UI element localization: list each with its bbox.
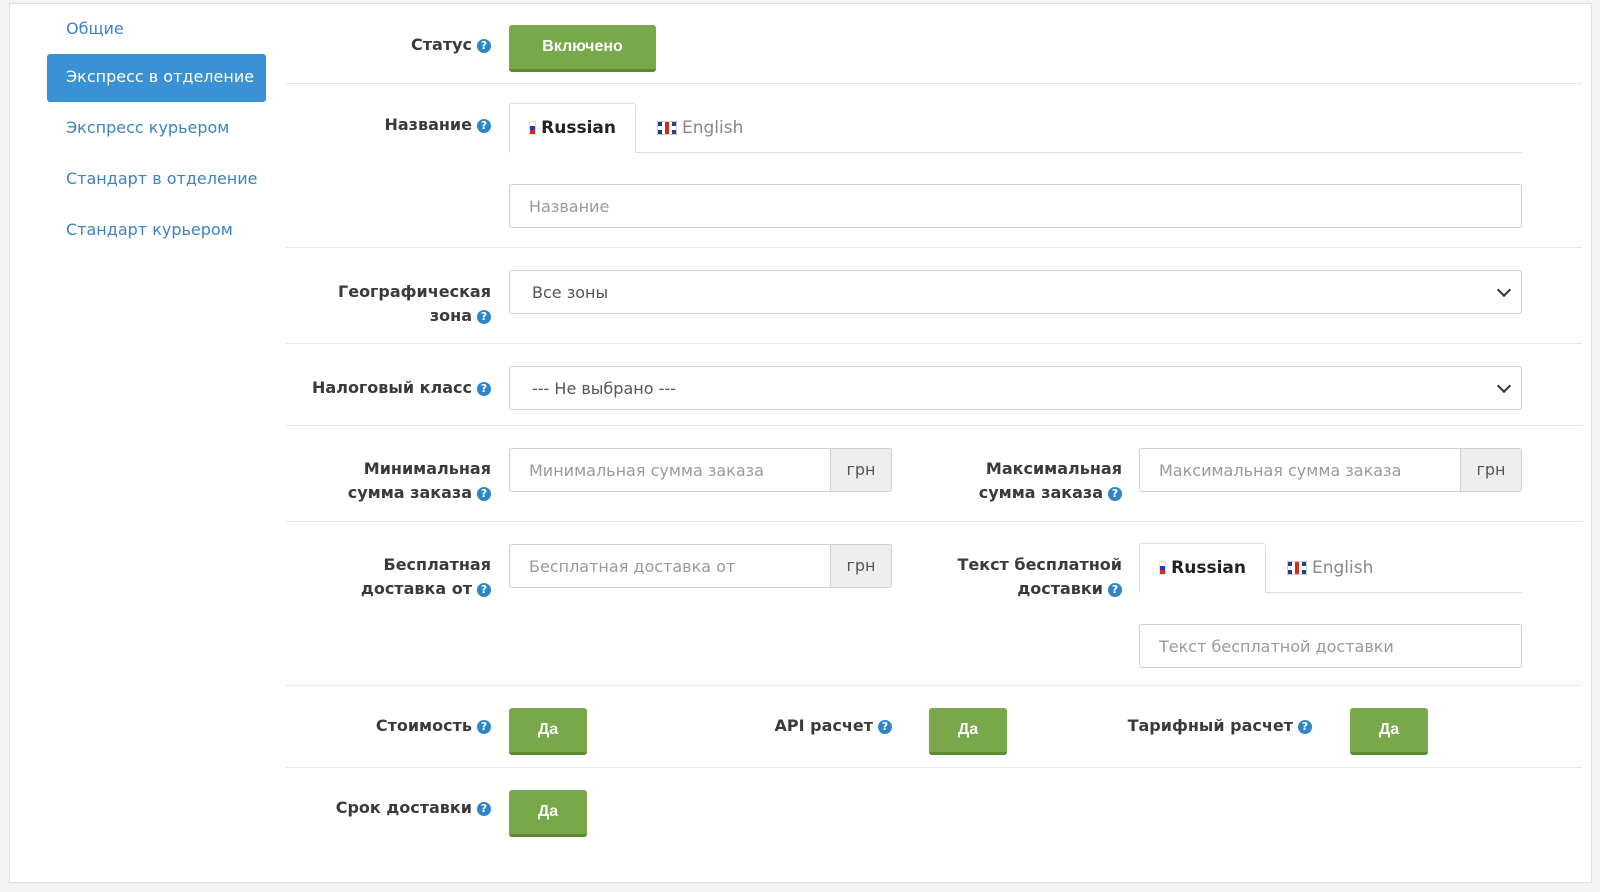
help-icon[interactable]: ? [1298,720,1312,734]
min-order-currency: грн [831,448,892,492]
free-text-language-tabs: Russian English [1139,543,1522,593]
russia-flag-icon [1159,561,1167,575]
name-language-tabs: Russian English [509,103,1522,153]
free-shipping-currency: грн [831,544,892,588]
min-order-label: Минимальная сумма заказа? [347,459,491,502]
help-icon[interactable]: ? [477,382,491,396]
cost-label: Стоимость? [286,714,491,738]
sidebar-item-express-branch[interactable]: Экспресс в отделение [47,54,266,102]
free-text-input[interactable] [1157,635,1504,657]
geo-zone-value: Все зоны [532,282,609,302]
free-shipping-row: Бесплатнаядоставка от? грн Текст бесплат… [286,522,1582,686]
geo-zone-select[interactable]: Все зоны [509,270,1522,314]
tariff-calc-label: Тарифный расчет? [1107,714,1312,738]
uk-flag-icon [657,121,677,135]
name-input[interactable] [527,195,1504,217]
geo-zone-label: Географическая зона? [338,282,491,325]
sidebar-item-standard-courier[interactable]: Стандарт курьером [47,207,266,255]
status-row: Статус? Включено [286,4,1582,84]
tab-russian[interactable]: Russian [509,103,636,153]
free-text-label: Текст бесплатной доставки? [957,555,1122,598]
tab-russian[interactable]: Russian [1139,543,1266,593]
min-order-input-wrapper [509,448,831,492]
status-toggle-button[interactable]: Включено [509,25,656,72]
tariff-calc-toggle-button[interactable]: Да [1350,708,1428,755]
api-calc-label: API расчет? [687,714,892,738]
russia-flag-icon [529,121,537,135]
cost-toggle-button[interactable]: Да [509,708,587,755]
help-icon[interactable]: ? [1108,487,1122,501]
geo-zone-row: Географическая зона? Все зоны [286,248,1582,344]
free-shipping-label: Бесплатная доставка от? [360,555,491,598]
free-text-input-wrapper [1139,624,1522,668]
min-order-input[interactable] [527,459,813,481]
api-calc-toggle-button[interactable]: Да [929,708,1007,755]
order-limits-row: Минимальнаясумма заказа? грн Максимальна… [286,426,1582,522]
calculation-row: Стоимость? Да API расчет? Да Тарифный ра… [286,686,1582,768]
uk-flag-icon [1287,561,1307,575]
help-icon[interactable]: ? [1108,583,1122,597]
chevron-down-icon [1496,378,1512,393]
help-icon[interactable]: ? [477,720,491,734]
free-shipping-input[interactable] [527,555,813,577]
sidebar-item-general[interactable]: Общие [47,9,266,49]
max-order-input[interactable] [1157,459,1443,481]
delivery-time-label: Срок доставки? [286,796,491,820]
max-order-input-wrapper [1139,448,1461,492]
sidebar-item-standard-branch[interactable]: Стандарт в отделение [47,156,266,204]
free-shipping-input-wrapper [509,544,831,588]
help-icon[interactable]: ? [477,487,491,501]
chevron-down-icon [1496,282,1512,297]
settings-panel: Общие Экспресс в отделение Экспресс курь… [9,3,1592,883]
delivery-time-row: Срок доставки? Да [286,768,1582,850]
sidebar-nav: Общие Экспресс в отделение Экспресс курь… [47,9,266,258]
status-label: Статус? [286,33,491,57]
help-icon[interactable]: ? [477,310,491,324]
tax-class-value: --- Не выбрано --- [532,378,676,398]
tax-class-select[interactable]: --- Не выбрано --- [509,366,1522,410]
tax-class-row: Налоговый класс? --- Не выбрано --- [286,344,1582,426]
help-icon[interactable]: ? [477,583,491,597]
tab-english[interactable]: English [1268,543,1392,593]
help-icon[interactable]: ? [878,720,892,734]
help-icon[interactable]: ? [477,39,491,53]
tax-class-label: Налоговый класс? [286,376,491,400]
delivery-time-toggle-button[interactable]: Да [509,790,587,837]
sidebar-item-express-courier[interactable]: Экспресс курьером [47,105,266,153]
name-row: Название? Russian English [286,84,1582,248]
help-icon[interactable]: ? [477,802,491,816]
max-order-label: Максимальная сумма заказа? [978,459,1122,502]
name-input-wrapper [509,184,1522,228]
name-label: Название? [286,113,491,137]
tab-english[interactable]: English [638,103,762,153]
max-order-currency: грн [1461,448,1522,492]
help-icon[interactable]: ? [477,119,491,133]
